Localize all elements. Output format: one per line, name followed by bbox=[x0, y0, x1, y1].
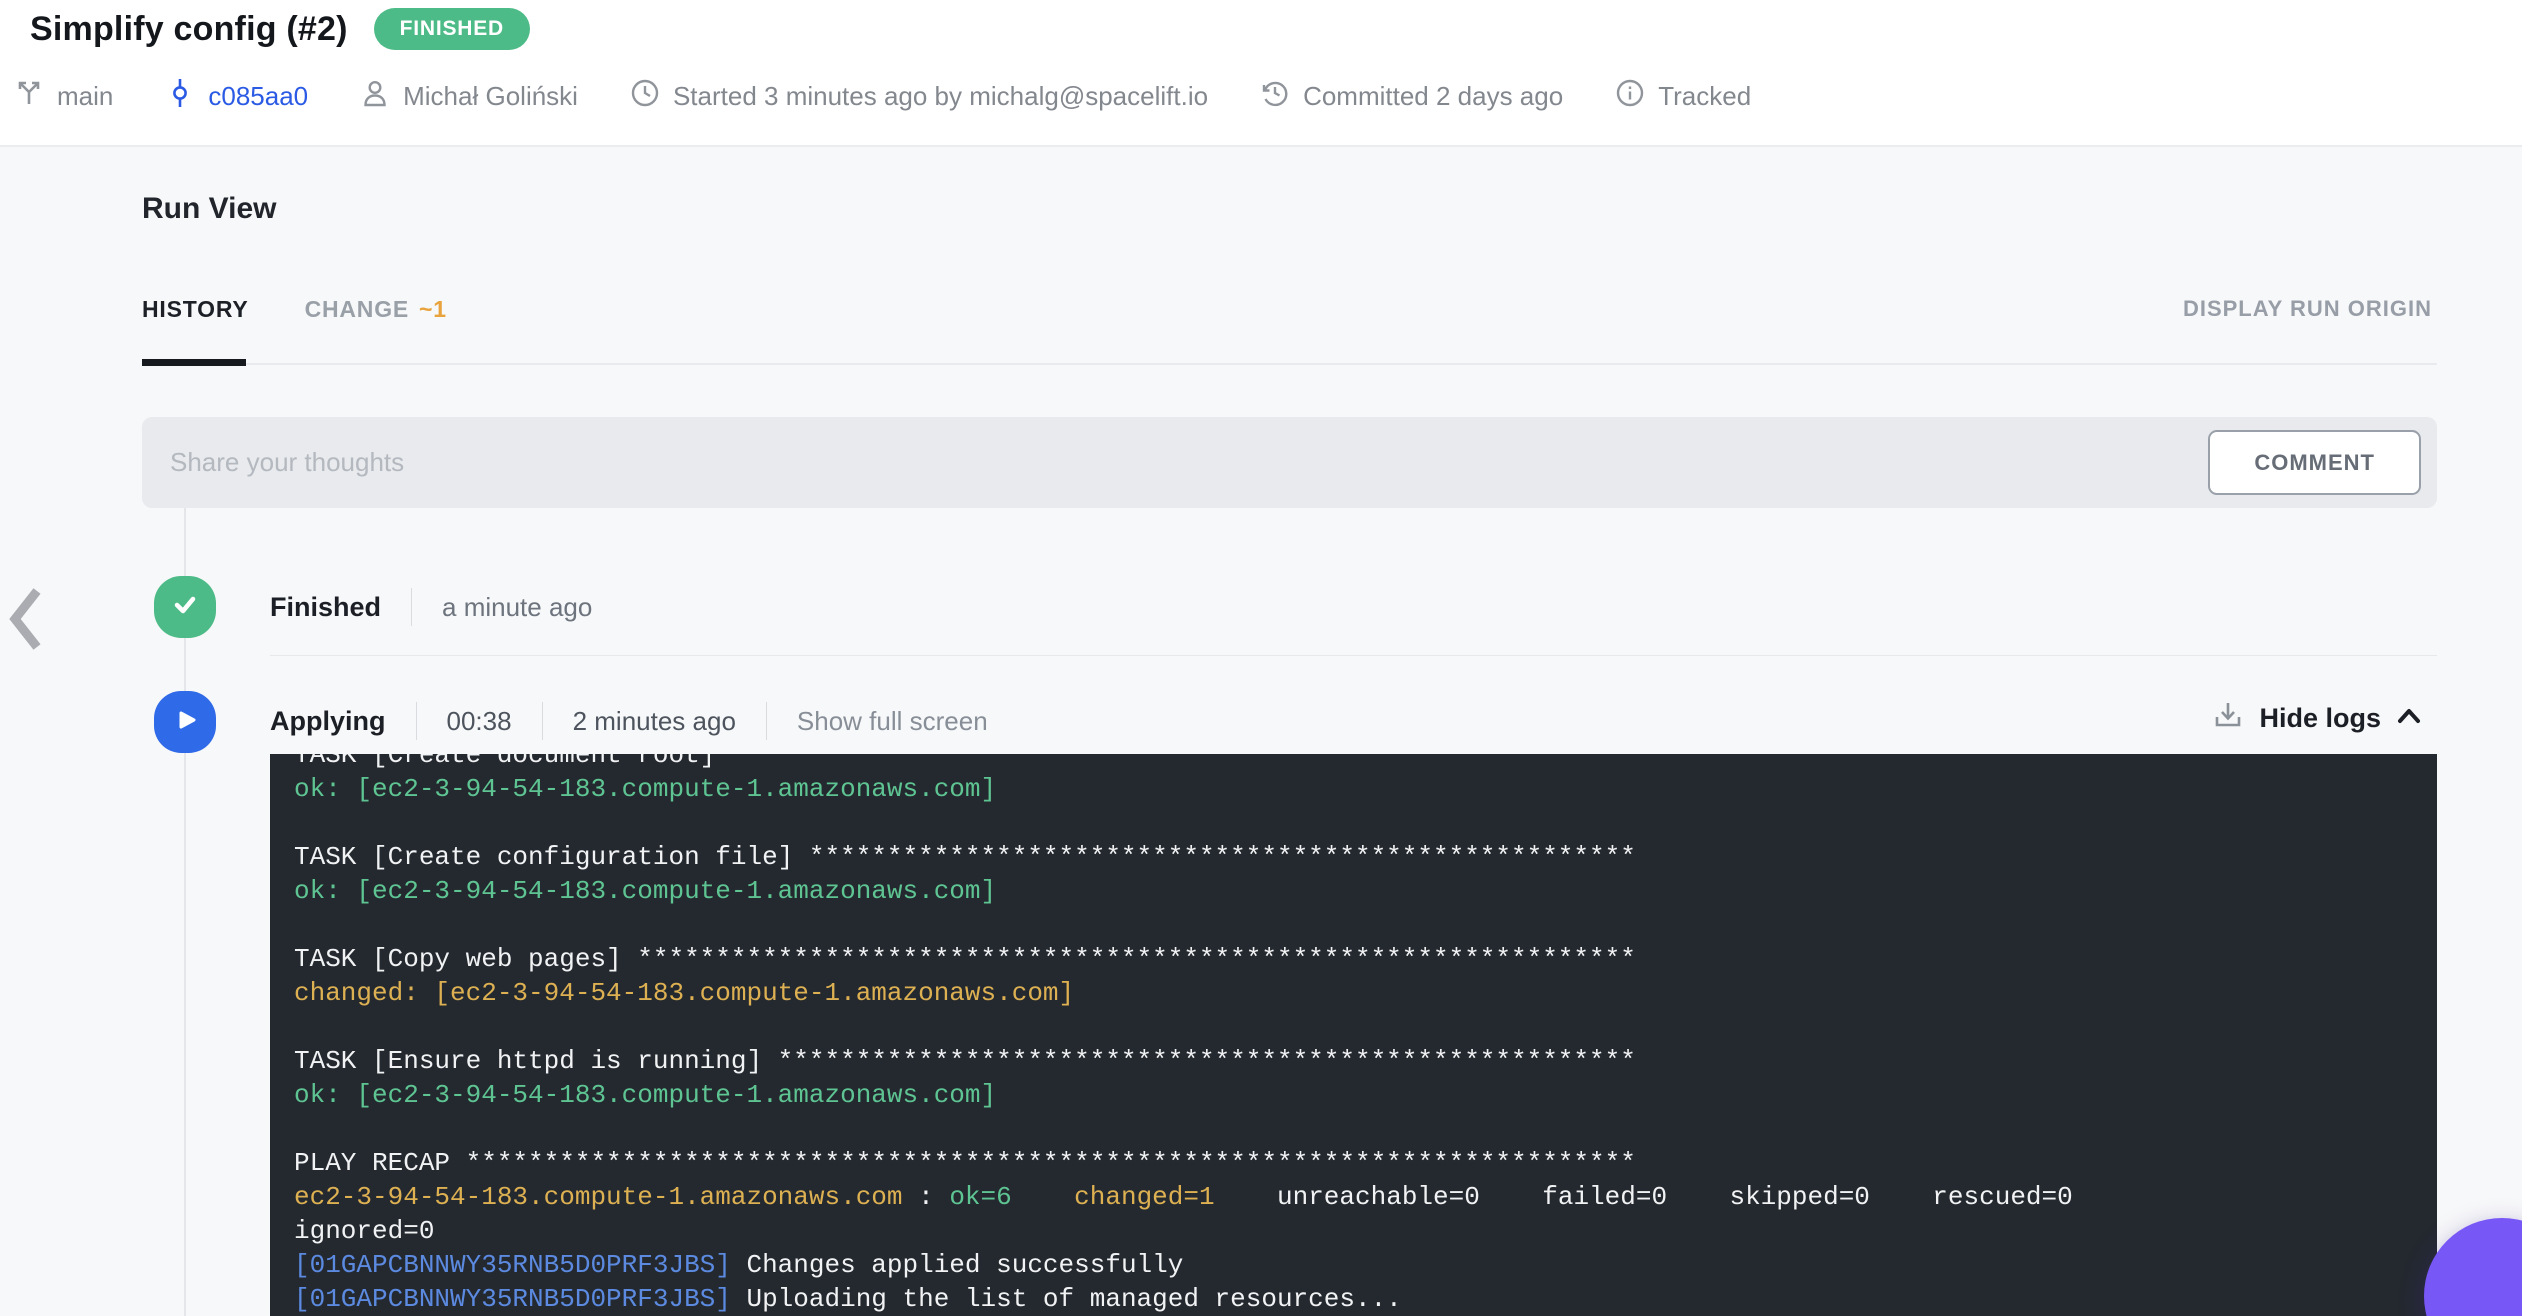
stage-row-divider bbox=[270, 655, 2437, 656]
tabs: HISTORY CHANGE ~1 bbox=[142, 296, 447, 323]
author-name: Michał Goliński bbox=[403, 80, 578, 111]
display-run-origin-button[interactable]: DISPLAY RUN ORIGIN bbox=[2183, 296, 2432, 322]
tracking-meta: Tracked bbox=[1615, 78, 1751, 115]
run-view-title: Run View bbox=[142, 192, 277, 225]
commit-hash-link: c085aa0 bbox=[208, 80, 309, 111]
tab-active-indicator bbox=[142, 359, 246, 366]
branch-label: main bbox=[57, 80, 114, 111]
title-row: Simplify config (#2) FINISHED bbox=[30, 8, 531, 50]
chat-widget-button[interactable] bbox=[2424, 1218, 2522, 1316]
applying-stage-row: Applying 00:38 2 minutes ago Show full s… bbox=[270, 700, 988, 742]
finished-stage-label: Finished bbox=[270, 591, 382, 622]
page-title: Simplify config (#2) bbox=[30, 9, 348, 48]
terminal-log-content: TASK [Create document root] ************… bbox=[294, 754, 2413, 1316]
log-line: TASK [Create document root] ************… bbox=[294, 754, 1636, 770]
hide-logs-control[interactable]: Hide logs bbox=[2212, 700, 2422, 737]
committed-meta: Committed 2 days ago bbox=[1260, 78, 1563, 115]
branch-icon bbox=[14, 78, 44, 115]
log-line: [01GAPCBNNWY35RNB5D0PRF3JBS] Changes app… bbox=[294, 1250, 1184, 1280]
header: Simplify config (#2) FINISHED main c085a… bbox=[0, 0, 2522, 147]
check-icon bbox=[168, 588, 202, 627]
history-clock-icon bbox=[1260, 78, 1290, 115]
divider bbox=[765, 702, 767, 740]
tab-change-label: CHANGE bbox=[304, 296, 410, 322]
log-line: TASK [Copy web pages] ******************… bbox=[294, 944, 1636, 974]
log-line: ok: [ec2-3-94-54-183.compute-1.amazonaws… bbox=[294, 1080, 997, 1110]
back-chevron-icon[interactable] bbox=[6, 586, 46, 657]
commit-meta[interactable]: c085aa0 bbox=[165, 78, 308, 115]
show-full-screen-link[interactable]: Show full screen bbox=[797, 706, 988, 737]
change-count-badge: ~1 bbox=[419, 296, 447, 322]
log-line: ec2-3-94-54-183.compute-1.amazonaws.com … bbox=[294, 1182, 2073, 1212]
tracking-label: Tracked bbox=[1658, 80, 1752, 111]
applying-duration: 00:38 bbox=[446, 705, 512, 736]
info-icon bbox=[1615, 78, 1645, 115]
started-label: Started 3 minutes ago by michalg@spaceli… bbox=[672, 80, 1209, 111]
finished-stage-row: Finished a minute ago bbox=[270, 586, 592, 628]
log-line: [01GAPCBNNWY35RNB5D0PRF3JBS] Uploading t… bbox=[294, 1284, 1402, 1314]
log-line: TASK [Ensure httpd is running] *********… bbox=[294, 1046, 1636, 1076]
applying-stage-label: Applying bbox=[270, 705, 386, 736]
tab-baseline bbox=[142, 363, 2437, 365]
branch-meta[interactable]: main bbox=[14, 78, 113, 115]
tab-history-label: HISTORY bbox=[142, 296, 249, 322]
divider bbox=[415, 702, 417, 740]
log-line: ok: [ec2-3-94-54-183.compute-1.amazonaws… bbox=[294, 774, 997, 804]
tab-change[interactable]: CHANGE ~1 bbox=[305, 296, 447, 323]
chevron-up-icon bbox=[2396, 707, 2422, 730]
applying-stage-icon[interactable] bbox=[154, 691, 216, 753]
play-icon bbox=[170, 705, 200, 740]
divider bbox=[541, 702, 543, 740]
download-logs-icon[interactable] bbox=[2212, 700, 2244, 737]
finished-stage-time: a minute ago bbox=[442, 591, 593, 622]
finished-stage-icon[interactable] bbox=[154, 576, 216, 638]
run-page: Simplify config (#2) FINISHED main c085a… bbox=[0, 0, 2522, 1316]
author-meta: Michał Goliński bbox=[360, 78, 578, 115]
comment-button[interactable]: COMMENT bbox=[2208, 430, 2421, 495]
comment-bar: COMMENT bbox=[142, 417, 2437, 508]
comment-input[interactable] bbox=[142, 417, 2437, 508]
applying-stage-time: 2 minutes ago bbox=[572, 705, 736, 736]
log-line: TASK [Create configuration file] *******… bbox=[294, 842, 1636, 872]
log-line: PLAY RECAP *****************************… bbox=[294, 1148, 1636, 1178]
run-meta-row: main c085aa0 Michał Goliński Started 3 m… bbox=[14, 74, 1803, 118]
person-icon bbox=[360, 78, 390, 115]
terminal-log[interactable]: TASK [Create document root] ************… bbox=[270, 754, 2437, 1316]
commit-icon bbox=[165, 78, 195, 115]
clock-icon bbox=[630, 78, 660, 115]
log-line: changed: [ec2-3-94-54-183.compute-1.amaz… bbox=[294, 978, 1075, 1008]
hide-logs-label: Hide logs bbox=[2259, 703, 2381, 733]
log-line: ignored=0 bbox=[294, 1216, 435, 1246]
status-badge: FINISHED bbox=[373, 8, 531, 50]
divider bbox=[411, 588, 413, 626]
started-meta: Started 3 minutes ago by michalg@spaceli… bbox=[630, 78, 1208, 115]
log-line: ok: [ec2-3-94-54-183.compute-1.amazonaws… bbox=[294, 876, 997, 906]
tab-history[interactable]: HISTORY bbox=[142, 296, 249, 323]
committed-label: Committed 2 days ago bbox=[1303, 80, 1564, 111]
